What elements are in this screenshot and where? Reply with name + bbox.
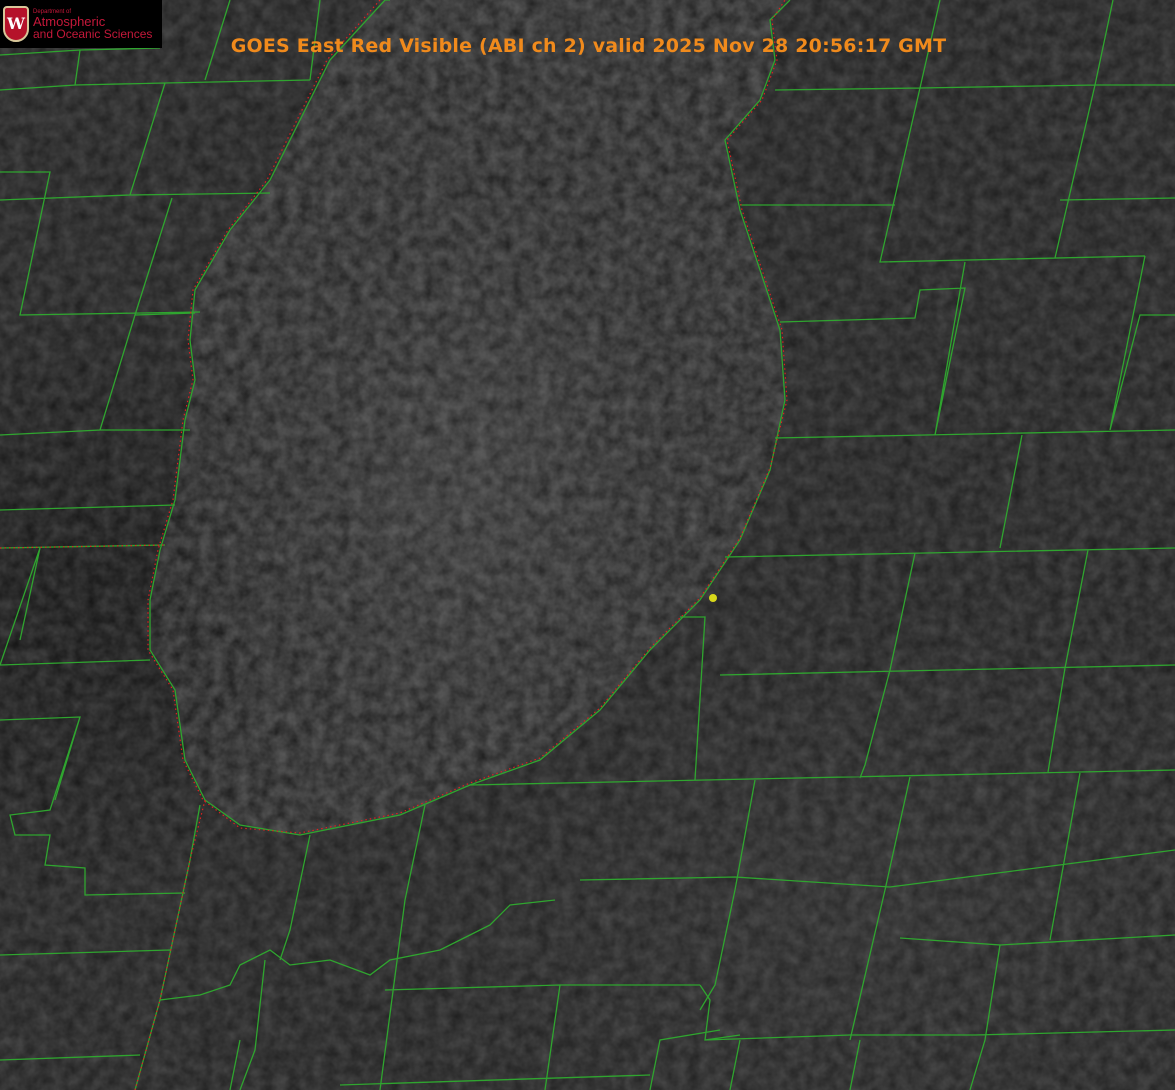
uw-crest-icon: W (3, 6, 29, 42)
uw-aos-logo: W Department of Atmospheric and Oceanic … (0, 0, 162, 48)
location-marker (709, 594, 717, 602)
logo-line2: and Oceanic Sciences (33, 26, 153, 41)
logo-line1: Atmospheric (33, 13, 106, 29)
satellite-image: GOES East Red Visible (ABI ch 2) valid 2… (0, 0, 1175, 1090)
map-overlay (0, 0, 1175, 1090)
title-text: GOES East Red Visible (ABI ch 2) valid 2… (230, 35, 947, 57)
image-title: GOES East Red Visible (ABI ch 2) valid 2… (0, 35, 1175, 57)
